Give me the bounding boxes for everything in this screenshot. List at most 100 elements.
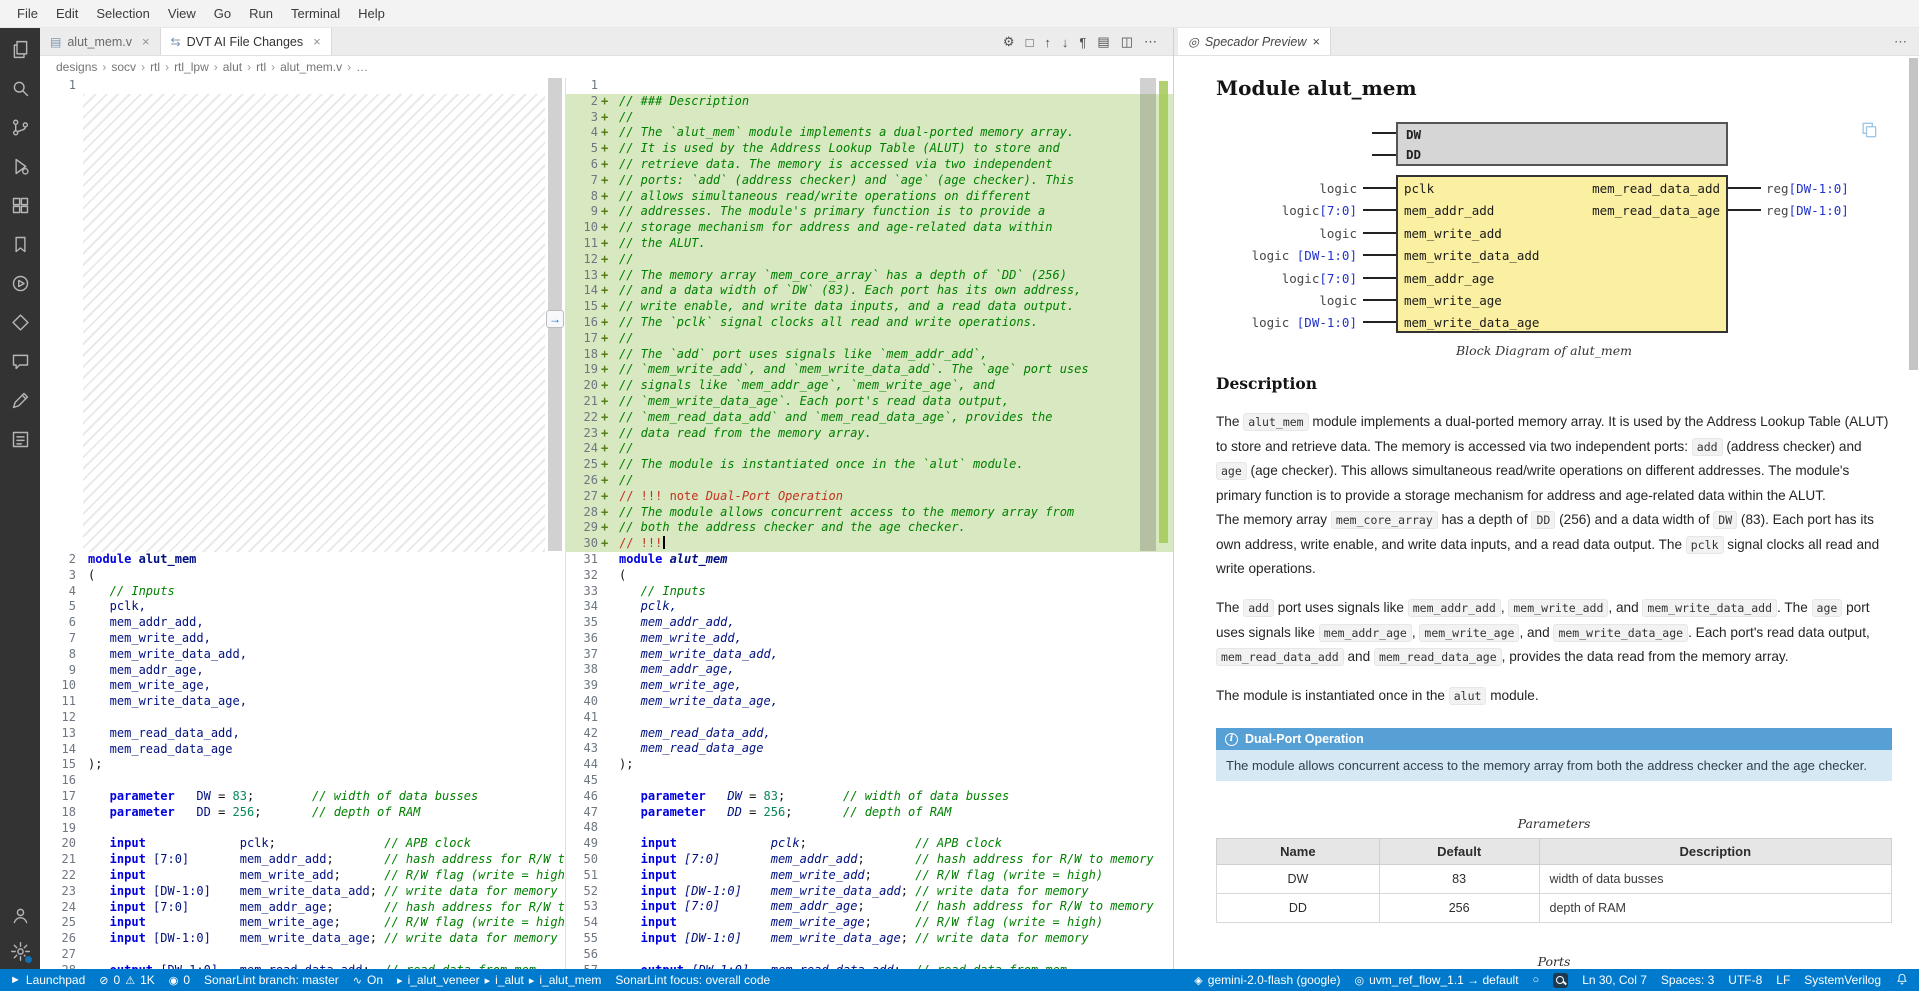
menu-go[interactable]: Go [205,0,240,28]
code-line[interactable]: 40 mem_write_data_age, [566,694,1173,710]
statusbar-sonar-search[interactable] [1553,973,1568,988]
menu-edit[interactable]: Edit [47,0,87,28]
close-icon[interactable]: × [1312,35,1319,49]
breadcrumb-item[interactable]: alut [223,60,242,74]
code-line[interactable]: 37 mem_write_data_add, [566,647,1173,663]
code-line[interactable]: 54 input mem_write_age; // R/W flag (wri… [566,915,1173,931]
settings-icon[interactable] [8,939,32,963]
more-actions-icon[interactable]: ⋯ [1144,34,1157,50]
code-line[interactable]: 49 input pclk; // APB clock [566,836,1173,852]
code-line[interactable]: 21+// `mem_write_data_age`. Each port's … [566,394,1173,410]
breadcrumb-item[interactable]: rtl [150,60,160,74]
dvt-icon[interactable] [8,310,32,334]
breadcrumb-item[interactable]: alut_mem.v [280,60,342,74]
code-line[interactable]: 33 // Inputs [566,584,1173,600]
menu-run[interactable]: Run [240,0,282,28]
code-line[interactable]: 2module alut_mem [40,552,565,568]
test-explorer-icon[interactable] [8,271,32,295]
tasks-icon[interactable] [8,427,32,451]
code-line[interactable]: 22 input mem_write_add; // R/W flag (wri… [40,868,565,884]
code-line[interactable]: 31module alut_mem [566,552,1173,568]
code-line[interactable]: 24+// [566,441,1173,457]
statusbar-indentation[interactable]: Spaces: 3 [1661,973,1714,987]
code-line[interactable]: 9 mem_addr_age, [40,663,565,679]
code-line[interactable]: 17 parameter DW = 83; // width of data b… [40,789,565,805]
code-line[interactable]: 21 input [7:0] mem_addr_add; // hash add… [40,852,565,868]
code-line[interactable]: 11+// the ALUT. [566,236,1173,252]
statusbar-indicator[interactable]: ○ [1533,974,1540,986]
menu-terminal[interactable]: Terminal [282,0,349,28]
code-line[interactable]: 44); [566,757,1173,773]
tab-dvt-ai-file-changes[interactable]: ⇆DVT AI File Changes× [161,28,332,55]
diff-editor[interactable]: 12module alut_mem3(4 // Inputs5 pclk,6 m… [40,78,1173,969]
code-line[interactable]: 55 input [DW-1:0] mem_write_data_age; //… [566,931,1173,947]
code-line[interactable]: 51 input mem_write_add; // R/W flag (wri… [566,868,1173,884]
bookmarks-icon[interactable] [8,232,32,256]
next-change-icon[interactable]: ↓ [1062,35,1069,50]
code-line[interactable]: 50 input [7:0] mem_addr_add; // hash add… [566,852,1173,868]
statusbar-build-config[interactable]: ◎uvm_ref_flow_1.1 → default [1355,973,1519,987]
tab-specador-preview[interactable]: ◎ Specador Preview × [1178,28,1331,55]
search-icon[interactable] [8,76,32,100]
menu-selection[interactable]: Selection [87,0,158,28]
code-line[interactable]: 36 mem_write_add, [566,631,1173,647]
code-line[interactable]: 14 mem_read_data_age [40,742,565,758]
code-line[interactable]: 3+// [566,110,1173,126]
code-line[interactable]: 23 input [DW-1:0] mem_write_data_add; //… [40,884,565,900]
modified-scrollbar[interactable] [1140,78,1156,551]
diff-settings-icon[interactable]: ⚙ [1003,34,1015,50]
statusbar-problems[interactable]: ⊘0⚠1K [99,973,154,987]
code-line[interactable]: 19+// `mem_write_add`, and `mem_write_da… [566,362,1173,378]
code-line[interactable]: 29+// both the address checker and the a… [566,520,1173,536]
code-line[interactable]: 6+// retrieve data. The memory is access… [566,157,1173,173]
code-line[interactable]: 34 pclk, [566,599,1173,615]
code-line[interactable]: 46 parameter DW = 83; // width of data b… [566,789,1173,805]
code-line[interactable]: 24 input [7:0] mem_addr_age; // hash add… [40,900,565,916]
code-line[interactable]: 13 mem_read_data_add, [40,726,565,742]
code-line[interactable]: 20 input pclk; // APB clock [40,836,565,852]
code-line[interactable]: 43 mem_read_data_age [566,741,1173,757]
comments-icon[interactable] [8,349,32,373]
code-line[interactable]: 5 pclk, [40,599,565,615]
code-line[interactable]: 7 mem_write_add, [40,631,565,647]
code-line[interactable]: 6 mem_addr_add, [40,615,565,631]
code-line[interactable]: 15+// write enable, and write data input… [566,299,1173,315]
edit-icon[interactable] [8,388,32,412]
extensions-icon[interactable] [8,193,32,217]
menu-help[interactable]: Help [349,0,394,28]
code-line[interactable]: 19 [40,821,565,837]
diff-modified-pane[interactable]: 12+// ### Description3+//4+// The `alut_… [566,78,1173,969]
statusbar-language-mode[interactable]: SystemVerilog [1804,973,1881,987]
code-line[interactable]: 32( [566,568,1173,584]
code-line[interactable]: 12 [40,710,565,726]
code-line[interactable]: 28+// The module allows concurrent acces… [566,505,1173,521]
statusbar-eol[interactable]: LF [1776,973,1790,987]
code-line[interactable]: 10+// storage mechanism for address and … [566,220,1173,236]
open-preview-icon[interactable]: ▤ [1097,34,1109,50]
accounts-icon[interactable] [8,903,32,927]
code-line[interactable]: 38 mem_addr_age, [566,662,1173,678]
statusbar-cursor-position[interactable]: Ln 30, Col 7 [1582,973,1647,987]
statusbar-dvt-status[interactable]: ∿On [353,973,383,987]
code-line[interactable]: 16 [40,773,565,789]
code-line[interactable]: 42 mem_read_data_add, [566,726,1173,742]
code-line[interactable]: 25+// The module is instantiated once in… [566,457,1173,473]
code-line[interactable]: 8 mem_write_data_add, [40,647,565,663]
code-line[interactable]: 53 input [7:0] mem_addr_age; // hash add… [566,899,1173,915]
code-line[interactable]: 7+// ports: `add` (address checker) and … [566,173,1173,189]
statusbar-design-hierarchy[interactable]: ▸i_alut_veneer▸i_alut▸i_alut_mem [397,973,601,987]
breadcrumb-item[interactable]: designs [56,60,97,74]
code-line[interactable]: 30+// !!! [566,536,1173,552]
statusbar-encoding[interactable]: UTF-8 [1728,973,1762,987]
menu-view[interactable]: View [159,0,205,28]
code-line[interactable]: 18 parameter DD = 256; // depth of RAM [40,805,565,821]
diff-original-pane[interactable]: 12module alut_mem3(4 // Inputs5 pclk,6 m… [40,78,565,969]
code-line[interactable]: 41 [566,710,1173,726]
run-and-debug-icon[interactable] [8,154,32,178]
code-line[interactable]: 48 [566,820,1173,836]
breadcrumb-item[interactable]: rtl [256,60,266,74]
code-line[interactable]: 52 input [DW-1:0] mem_write_data_add; //… [566,884,1173,900]
close-icon[interactable]: × [313,34,321,49]
code-line[interactable]: 35 mem_addr_add, [566,615,1173,631]
code-line[interactable]: 18+// The `add` port uses signals like `… [566,347,1173,363]
